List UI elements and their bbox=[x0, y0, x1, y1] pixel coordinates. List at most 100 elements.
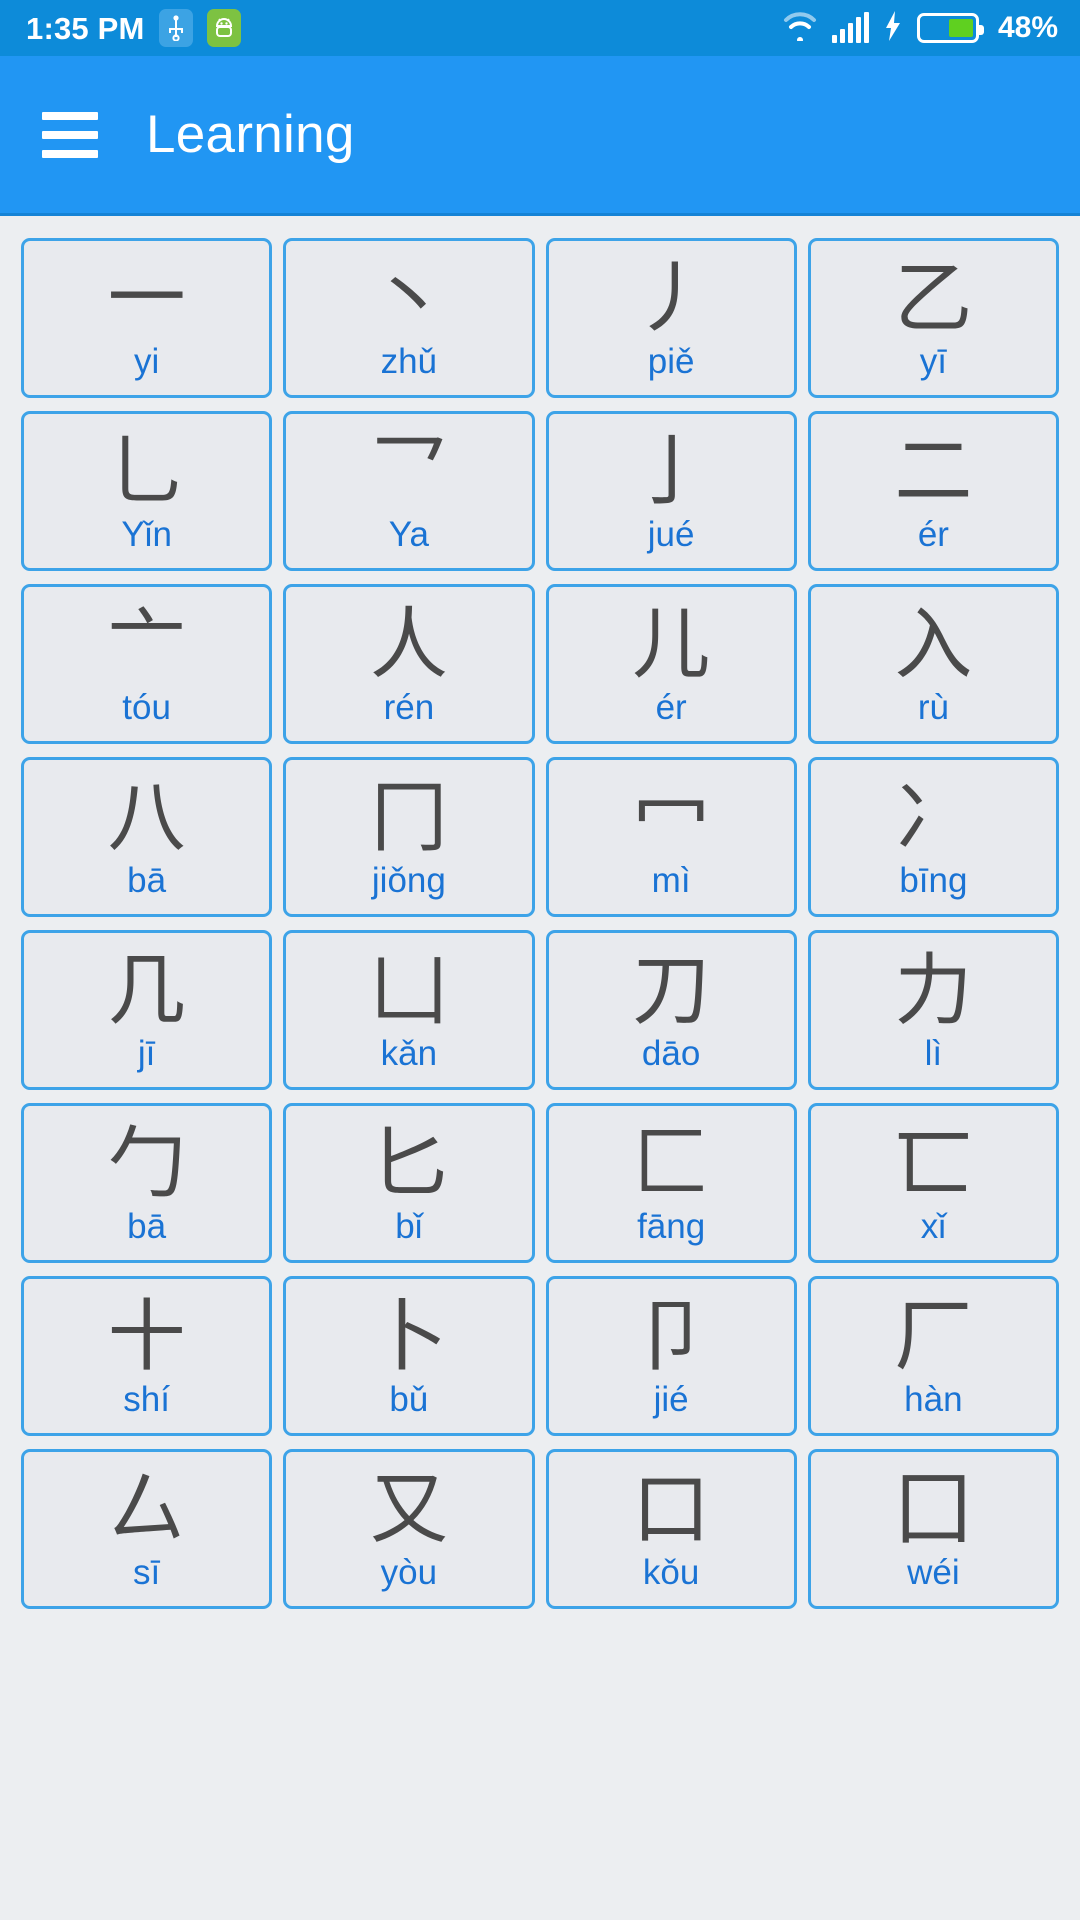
radical-glyph: 人 bbox=[369, 600, 448, 690]
radical-pinyin-label: bǐ bbox=[395, 1207, 423, 1246]
radical-grid: 一 yi 丶 zhǔ 丿 piě 乙 yī 乚 Yǐn 乛 Ya 亅 jué 二 ér 亠 tóu 人 rén 儿 ér 入… bbox=[21, 238, 1059, 1609]
radical-pinyin-label: yòu bbox=[380, 1553, 438, 1592]
hamburger-menu-icon[interactable] bbox=[42, 111, 98, 158]
radical-glyph: 二 bbox=[894, 427, 973, 517]
radical-glyph: 乚 bbox=[107, 427, 186, 517]
radical-pinyin-label: ér bbox=[655, 688, 687, 727]
battery-percent-label: 48% bbox=[997, 11, 1058, 44]
radical-card[interactable]: 匕 bǐ bbox=[283, 1103, 535, 1263]
battery-fill bbox=[948, 19, 973, 37]
radical-pinyin-label: yi bbox=[133, 342, 160, 381]
radical-pinyin-label: wéi bbox=[907, 1553, 960, 1592]
radical-card[interactable]: 冫 bīng bbox=[807, 757, 1059, 917]
radical-glyph: 刀 bbox=[632, 946, 711, 1036]
radical-pinyin-label: jié bbox=[653, 1380, 689, 1419]
radical-card[interactable]: 乚 Yǐn bbox=[21, 411, 273, 571]
radical-glyph: 匚 bbox=[632, 1119, 711, 1209]
app-bar: Learning bbox=[0, 56, 1080, 216]
radical-pinyin-label: bǔ bbox=[389, 1380, 429, 1419]
radical-card[interactable]: 乛 Ya bbox=[283, 411, 535, 571]
radical-pinyin-label: jué bbox=[647, 515, 695, 554]
charging-bolt-icon bbox=[884, 10, 902, 46]
radical-glyph: 入 bbox=[894, 600, 973, 690]
radical-card[interactable]: 入 rù bbox=[807, 584, 1059, 744]
radical-card[interactable]: 厂 hàn bbox=[807, 1276, 1059, 1436]
radical-pinyin-label: jī bbox=[137, 1034, 156, 1073]
radical-glyph: 冖 bbox=[632, 773, 711, 863]
radical-card[interactable]: 力 lì bbox=[807, 930, 1059, 1090]
radical-card[interactable]: 亠 tóu bbox=[21, 584, 273, 744]
usb-icon bbox=[158, 9, 193, 47]
status-bar-right: 48% bbox=[783, 10, 1058, 46]
radical-card[interactable]: 刀 dāo bbox=[545, 930, 797, 1090]
radical-card[interactable]: 勹 bā bbox=[21, 1103, 273, 1263]
radical-card[interactable]: 二 ér bbox=[807, 411, 1059, 571]
radical-glyph: 乛 bbox=[369, 427, 448, 517]
radical-pinyin-label: lì bbox=[924, 1034, 943, 1073]
radical-card[interactable]: 亅 jué bbox=[545, 411, 797, 571]
radical-card[interactable]: 冂 jiǒng bbox=[283, 757, 535, 917]
battery-icon bbox=[916, 13, 984, 43]
radical-pinyin-label: bīng bbox=[899, 861, 968, 900]
radical-pinyin-label: bā bbox=[127, 861, 167, 900]
radical-pinyin-label: zhǔ bbox=[380, 342, 438, 381]
android-icon bbox=[206, 9, 241, 47]
radical-card[interactable]: 匸 xǐ bbox=[807, 1103, 1059, 1263]
radical-pinyin-label: kǒu bbox=[642, 1553, 700, 1592]
radical-glyph: 厂 bbox=[894, 1292, 973, 1382]
page-title: Learning bbox=[146, 105, 355, 164]
radical-card[interactable]: 乙 yī bbox=[807, 238, 1059, 398]
radical-glyph: 一 bbox=[107, 254, 186, 344]
status-bar: 1:35 PM 48% bbox=[0, 0, 1080, 56]
radical-pinyin-label: piě bbox=[647, 342, 695, 381]
radical-pinyin-label: sī bbox=[133, 1553, 161, 1592]
radical-card[interactable]: 凵 kǎn bbox=[283, 930, 535, 1090]
radical-card[interactable]: 十 shí bbox=[21, 1276, 273, 1436]
radical-glyph: 亠 bbox=[107, 600, 186, 690]
radical-card[interactable]: 几 jī bbox=[21, 930, 273, 1090]
radical-glyph: 亅 bbox=[632, 427, 711, 517]
radical-card[interactable]: 冖 mì bbox=[545, 757, 797, 917]
wifi-icon bbox=[783, 11, 817, 46]
radical-glyph: 厶 bbox=[107, 1465, 186, 1555]
radical-pinyin-label: jiǒng bbox=[371, 861, 446, 900]
radical-pinyin-label: mì bbox=[651, 861, 691, 900]
radical-card[interactable]: 八 bā bbox=[21, 757, 273, 917]
radical-pinyin-label: rù bbox=[917, 688, 949, 727]
radical-glyph: 凵 bbox=[369, 946, 448, 1036]
radical-pinyin-label: xǐ bbox=[920, 1207, 947, 1246]
radical-card[interactable]: 儿 ér bbox=[545, 584, 797, 744]
radical-pinyin-label: rén bbox=[383, 688, 435, 727]
radical-glyph: 卩 bbox=[632, 1292, 711, 1382]
radical-pinyin-label: shí bbox=[123, 1380, 170, 1419]
radical-card[interactable]: 厶 sī bbox=[21, 1449, 273, 1609]
radical-card[interactable]: 一 yi bbox=[21, 238, 273, 398]
radical-glyph: 儿 bbox=[632, 600, 711, 690]
radical-glyph: 丿 bbox=[632, 254, 711, 344]
hamburger-line bbox=[42, 130, 98, 139]
radical-card[interactable]: 卩 jié bbox=[545, 1276, 797, 1436]
radical-card[interactable]: 又 yòu bbox=[283, 1449, 535, 1609]
radical-glyph: 又 bbox=[369, 1465, 448, 1555]
radical-card[interactable]: 人 rén bbox=[283, 584, 535, 744]
hamburger-line bbox=[42, 111, 98, 120]
radical-pinyin-label: Yǐn bbox=[121, 515, 172, 554]
radical-card[interactable]: 卜 bǔ bbox=[283, 1276, 535, 1436]
radical-card[interactable]: 口 kǒu bbox=[545, 1449, 797, 1609]
radical-pinyin-label: bā bbox=[127, 1207, 167, 1246]
radical-pinyin-label: kǎn bbox=[380, 1034, 438, 1073]
radical-glyph: 卜 bbox=[369, 1292, 448, 1382]
radical-pinyin-label: yī bbox=[919, 342, 947, 381]
radical-glyph: 匸 bbox=[894, 1119, 973, 1209]
radical-card[interactable]: 囗 wéi bbox=[807, 1449, 1059, 1609]
radical-card[interactable]: 匚 fāng bbox=[545, 1103, 797, 1263]
radical-glyph: 冂 bbox=[369, 773, 448, 863]
hamburger-line bbox=[42, 149, 98, 158]
radical-glyph: 力 bbox=[894, 946, 973, 1036]
radical-card[interactable]: 丿 piě bbox=[545, 238, 797, 398]
radical-card[interactable]: 丶 zhǔ bbox=[283, 238, 535, 398]
radical-glyph: 勹 bbox=[107, 1119, 186, 1209]
radical-glyph: 囗 bbox=[894, 1465, 973, 1555]
status-time: 1:35 PM bbox=[26, 10, 145, 46]
radical-glyph: 口 bbox=[632, 1465, 711, 1555]
